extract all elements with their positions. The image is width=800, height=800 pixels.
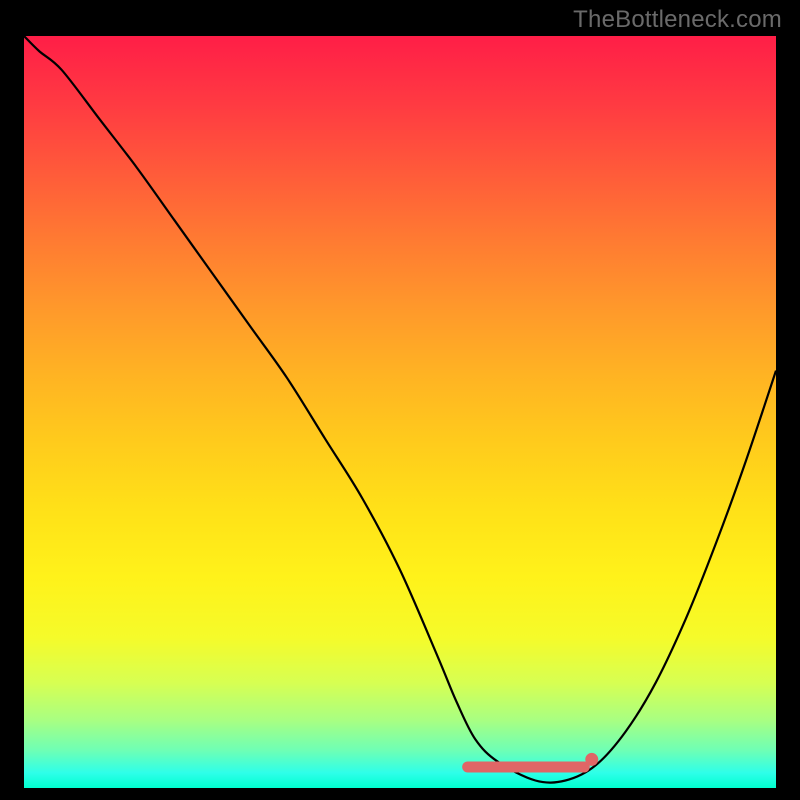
optimal-end-dot: [585, 753, 598, 766]
bottleneck-curve: [24, 36, 776, 783]
watermark-text: TheBottleneck.com: [573, 6, 782, 34]
curve-svg: [24, 36, 776, 788]
chart-container: TheBottleneck.com: [0, 0, 800, 800]
plot-area: [24, 36, 776, 788]
